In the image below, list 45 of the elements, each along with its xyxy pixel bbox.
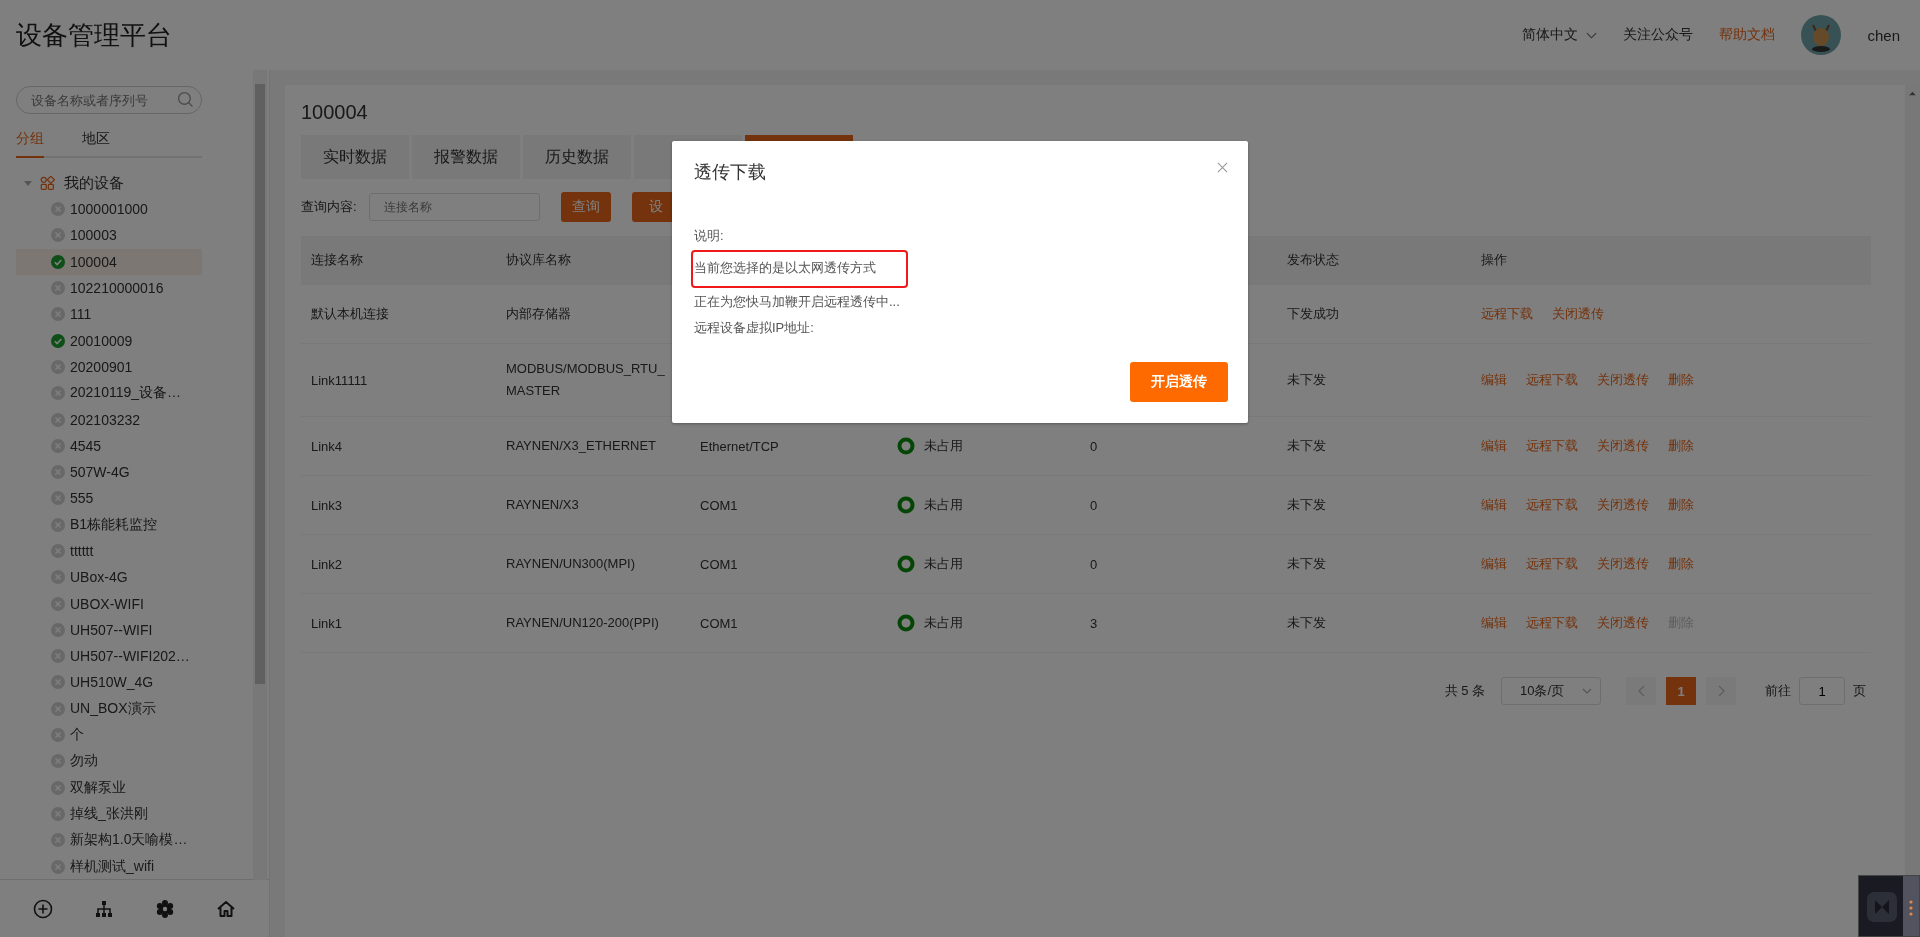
table-cell-text: RAYNEN/UN120-200(PPI) xyxy=(506,614,660,632)
table-cell: COM1 xyxy=(700,497,738,513)
table-cell: Link11111 xyxy=(311,372,368,388)
table-cell-text: RAYNEN/X3_ETHERNET xyxy=(506,437,657,455)
page-label: 页 xyxy=(1853,682,1866,700)
table-cell: Ethernet/TCP xyxy=(700,438,779,454)
table-cell: 未下发 xyxy=(1287,497,1326,512)
status-text: 未占用 xyxy=(924,496,963,514)
table-cell: COM1 xyxy=(700,556,738,572)
table-cell: Link4 xyxy=(311,438,343,454)
table-cell-text: 内部存储器 xyxy=(506,305,572,323)
dialog-title: 透传下载 xyxy=(694,161,766,184)
table-cell: 默认本机连接 xyxy=(311,306,389,321)
dialog-text: 正在为您快马加鞭开启远程透传中... xyxy=(694,293,900,311)
total-count: 共 5 条 xyxy=(1444,682,1485,700)
query-label: 查询内容: xyxy=(301,198,357,216)
table-cell: 下发成功 xyxy=(1287,306,1339,321)
table-cell-text: MODBUS/MODBUS_RTU_MASTER xyxy=(506,360,666,400)
column-header: 操作 xyxy=(1481,252,1507,267)
table-cell: Link2 xyxy=(311,556,343,572)
table-cell: 未下发 xyxy=(1287,438,1326,453)
highlighted-text: 当前您选择的是以太网透传方式 xyxy=(693,252,906,286)
app-title: 设备管理平台 xyxy=(16,18,172,52)
table-cell: COM1 xyxy=(700,615,738,631)
table-cell: Link1 xyxy=(311,615,343,631)
status-text: 未占用 xyxy=(924,614,963,632)
table-cell: 0 xyxy=(1090,438,1098,454)
device-title: 100004 xyxy=(301,100,369,125)
status-text: 未占用 xyxy=(924,555,963,573)
table-cell-text: RAYNEN/UN300(MPI) xyxy=(506,555,637,573)
column-header: 协议库名称 xyxy=(506,252,571,267)
column-header: 连接名称 xyxy=(311,252,363,267)
dialog-text: 远程设备虚拟IP地址: xyxy=(694,319,814,337)
table-cell: Link3 xyxy=(311,497,343,513)
dialog-text: 说明: xyxy=(694,227,724,245)
table-cell: 未下发 xyxy=(1287,372,1326,387)
table-cell: 未下发 xyxy=(1287,615,1326,630)
table-cell: 0 xyxy=(1090,556,1098,572)
table-cell: 3 xyxy=(1090,615,1098,631)
table-cell: 未下发 xyxy=(1287,556,1326,571)
status-text: 未占用 xyxy=(924,437,963,455)
table-cell-text: RAYNEN/X3 xyxy=(506,496,580,514)
goto-label: 前往 xyxy=(1765,682,1791,700)
table-cell: 0 xyxy=(1090,497,1098,513)
column-header: 发布状态 xyxy=(1287,252,1339,267)
